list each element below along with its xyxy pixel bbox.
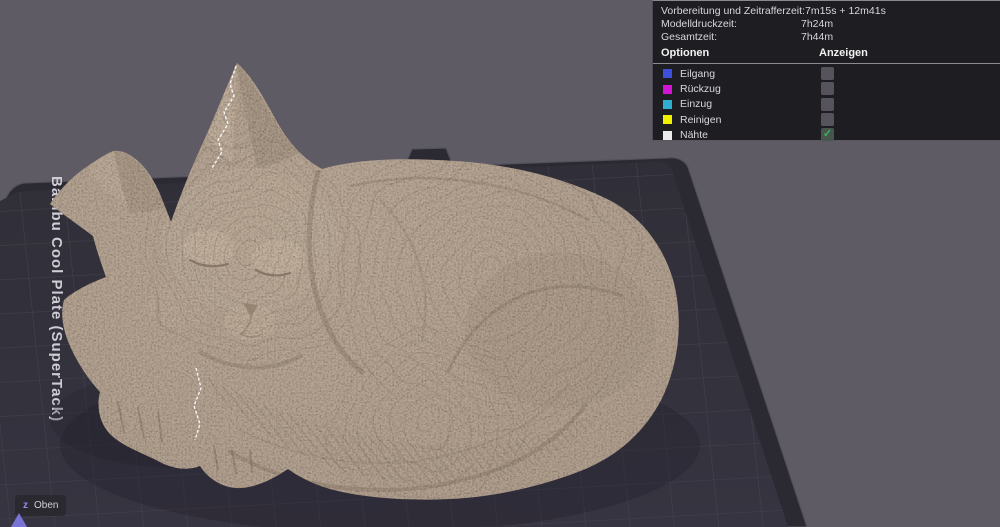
color-swatch-einzug xyxy=(663,99,672,109)
z-axis-label: z xyxy=(23,500,28,511)
option-label: Einzug xyxy=(680,98,713,111)
color-swatch-naehte xyxy=(663,130,672,140)
checkbox-naehte[interactable]: ✓ xyxy=(821,128,834,142)
time-label: Modelldruckzeit: xyxy=(661,18,737,31)
option-row-reinigen: Reinigen xyxy=(653,112,1000,127)
show-column-header: Anzeigen xyxy=(819,47,868,60)
legend-panel: Vorbereitung und Zeitrafferzeit: 7m15s +… xyxy=(652,0,1000,142)
time-value: 7h24m xyxy=(801,18,834,31)
time-label: Gesamtzeit: xyxy=(661,31,718,44)
color-swatch-rueckzug xyxy=(663,84,672,94)
time-row-total: Gesamtzeit: 7h44m xyxy=(653,31,1000,44)
option-row-naehte: Nähte ✓ xyxy=(653,127,1000,142)
view-name-label: Oben xyxy=(34,500,59,511)
time-summary: Vorbereitung und Zeitrafferzeit: 7m15s +… xyxy=(653,1,1000,44)
color-swatch-reinigen xyxy=(663,115,672,125)
time-value: 7m15s + 12m41s xyxy=(804,4,886,17)
options-column-header: Optionen xyxy=(661,47,710,60)
checkbox-einzug[interactable] xyxy=(821,97,834,111)
time-label: Vorbereitung und Zeitrafferzeit: xyxy=(661,4,805,17)
option-row-eilgang: Eilgang xyxy=(653,66,1000,81)
z-axis-arrow-icon[interactable] xyxy=(11,513,27,527)
option-row-rueckzug: Rückzug xyxy=(653,81,1000,96)
checkbox-eilgang[interactable] xyxy=(821,67,834,81)
option-label: Eilgang xyxy=(680,67,716,80)
option-label: Reinigen xyxy=(680,113,722,126)
option-row-einzug: Einzug xyxy=(653,97,1000,112)
time-value: 7h44m xyxy=(801,31,834,44)
checkbox-rueckzug[interactable] xyxy=(821,82,834,96)
time-row-model-print: Modelldruckzeit: 7h24m xyxy=(653,17,1000,30)
checkbox-reinigen[interactable] xyxy=(821,113,834,127)
slicer-preview-window: Bambu Cool Plate (SuperTack) Vorbereitun… xyxy=(0,0,1000,527)
options-header-row: Optionen Anzeigen xyxy=(653,46,1000,63)
option-label: Nähte xyxy=(680,129,709,141)
time-row-preparation: Vorbereitung und Zeitrafferzeit: 7m15s +… xyxy=(653,4,1000,17)
option-label: Rückzug xyxy=(680,83,721,96)
color-swatch-eilgang xyxy=(663,69,672,79)
options-list: Eilgang Rückzug Einzug Reinigen Nähte ✓ xyxy=(653,64,1000,142)
